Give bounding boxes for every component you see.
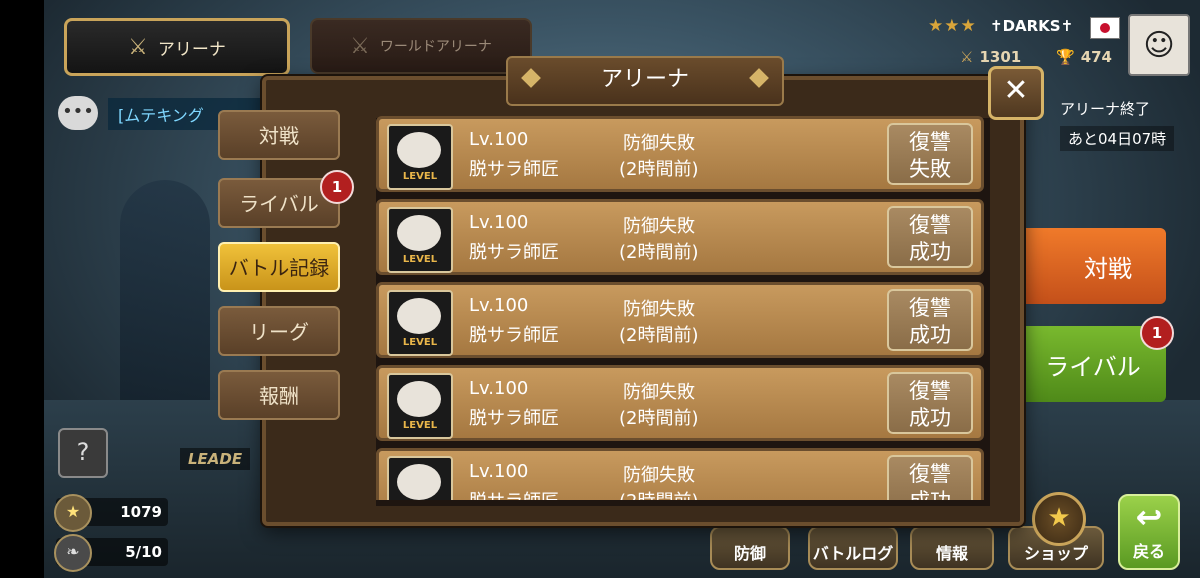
revenge-label: 復讐 <box>909 296 951 320</box>
revenge-button[interactable]: 復讐成功 <box>887 289 973 351</box>
record-time: (2時間前) <box>619 159 699 180</box>
defense-button[interactable]: 防御 <box>710 526 790 570</box>
info-label: 情報 <box>935 544 968 563</box>
opponent-avatar[interactable]: LEVEL <box>387 456 453 500</box>
opponent-name: 脱サラ師匠 <box>469 242 559 263</box>
shop-star-icon: ★ <box>1032 492 1086 546</box>
opponent-level: Lv.100 <box>469 129 529 150</box>
defense-result: 防御失敗 <box>623 133 695 154</box>
opponent-name: 脱サラ師匠 <box>469 159 559 180</box>
revenge-label: 復讐 <box>909 379 951 403</box>
revenge-button[interactable]: 復讐成功 <box>887 455 973 500</box>
wing-value: 5/10 <box>125 543 162 561</box>
coin-counter: ★ 1079 <box>54 494 168 532</box>
back-arrow-icon: ↩ <box>1135 498 1163 536</box>
wing-icon: ❧ <box>54 534 92 572</box>
defense-result: 防御失敗 <box>623 299 695 320</box>
record-time: (2時間前) <box>619 325 699 346</box>
opponent-level: Lv.100 <box>469 461 529 482</box>
revenge-label: 復讐 <box>909 130 951 154</box>
defense-result: 防御失敗 <box>623 465 695 486</box>
opponent-name: 脱サラ師匠 <box>469 487 559 500</box>
record-time: (2時間前) <box>619 487 699 500</box>
avatar-level-text: LEVEL <box>402 254 438 265</box>
opponent-avatar[interactable]: LEVEL <box>387 290 453 356</box>
game-screen: ⚔ アリーナ ⚔ ワールドアリーナ ★★★ ✝DARKS✝ ☺ ⚔ 1301 🏆 4… <box>0 0 1200 578</box>
defense-result: 防御失敗 <box>623 382 695 403</box>
battle-record-row: LEVEL Lv.100 脱サラ師匠 防御失敗 (2時間前) 復讐成功 <box>376 199 984 275</box>
opponent-level: Lv.100 <box>469 295 529 316</box>
avatar-level-text: LEVEL <box>402 420 438 431</box>
revenge-button[interactable]: 復讐 失敗 <box>887 123 973 185</box>
battle-record-row: LEVEL Lv.100 脱サラ師匠 防御失敗(2時間前) 復讐成功 <box>376 448 984 500</box>
wing-counter: ❧ 5/10 <box>54 534 168 572</box>
opponent-avatar[interactable]: LEVEL <box>387 124 453 190</box>
opponent-level: Lv.100 <box>469 378 529 399</box>
avatar-face-icon <box>397 381 441 417</box>
info-button[interactable]: 情報 <box>910 526 994 570</box>
revenge-label: 復讐 <box>909 462 951 486</box>
revenge-status: 成功 <box>909 406 951 430</box>
avatar-face-icon <box>397 298 441 334</box>
records-viewport: LEVEL Lv.100 脱サラ師匠 防御失敗 (2時間前) 復讐 失敗 LEVEL Lv.10… <box>0 0 1200 500</box>
record-time: (2時間前) <box>619 242 699 263</box>
opponent-avatar[interactable]: LEVEL <box>387 373 453 439</box>
opponent-name: 脱サラ師匠 <box>469 408 559 429</box>
revenge-button[interactable]: 復讐成功 <box>887 372 973 434</box>
battle-record-row: LEVEL Lv.100 脱サラ師匠 防御失敗 (2時間前) 復讐成功 <box>376 365 984 441</box>
avatar-face-icon <box>397 132 441 168</box>
revenge-label: 復讐 <box>909 213 951 237</box>
back-label: 戻る <box>1132 542 1165 561</box>
revenge-status: 失敗 <box>909 157 951 181</box>
record-time: (2時間前) <box>619 408 699 429</box>
avatar-level-text: LEVEL <box>402 337 438 348</box>
opponent-level: Lv.100 <box>469 212 529 233</box>
battle-log-label: バトルログ <box>812 544 894 563</box>
defense-label: 防御 <box>733 544 766 563</box>
revenge-status: 成功 <box>909 323 951 347</box>
back-button[interactable]: ↩ 戻る <box>1118 494 1180 570</box>
avatar-face-icon <box>397 215 441 251</box>
defense-result: 防御失敗 <box>623 216 695 237</box>
revenge-status: 成功 <box>889 488 971 500</box>
coin-value: 1079 <box>120 503 162 521</box>
revenge-button[interactable]: 復讐成功 <box>887 206 973 268</box>
opponent-name: 脱サラ師匠 <box>469 325 559 346</box>
battle-record-row: LEVEL Lv.100 脱サラ師匠 防御失敗 (2時間前) 復讐成功 <box>376 282 984 358</box>
avatar-face-icon <box>397 464 441 500</box>
revenge-status: 成功 <box>909 240 951 264</box>
battle-record-row: LEVEL Lv.100 脱サラ師匠 防御失敗 (2時間前) 復讐失敗 <box>376 116 984 192</box>
opponent-avatar[interactable]: LEVEL <box>387 207 453 273</box>
avatar-level-text: LEVEL <box>402 171 438 182</box>
battle-log-button[interactable]: バトルログ <box>808 526 898 570</box>
